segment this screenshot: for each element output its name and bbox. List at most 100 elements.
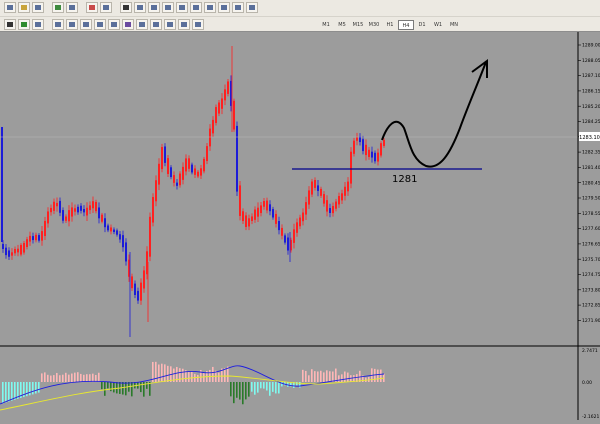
histogram-bar xyxy=(47,374,49,382)
price-axis-label: 1286.15 xyxy=(582,89,600,95)
navigator-icon[interactable] xyxy=(52,2,64,13)
cursor-icon[interactable] xyxy=(120,2,132,13)
timeframe-m15[interactable]: M15 xyxy=(350,20,366,30)
histogram-bar xyxy=(287,382,289,387)
print-icon[interactable] xyxy=(178,19,190,30)
templates-icon[interactable] xyxy=(150,19,162,30)
fibonacci-icon[interactable] xyxy=(204,2,216,13)
tile-windows-icon[interactable] xyxy=(80,19,92,30)
candle-body xyxy=(374,152,376,162)
price-chart-svg[interactable]: 1289.00 1288.05 1287.10 1286.15 1285.20 1284.… xyxy=(0,32,600,420)
indicator-axis-zero-label: 0.00 xyxy=(582,380,592,386)
histogram-bar xyxy=(104,382,106,396)
indicators-icon[interactable] xyxy=(122,19,134,30)
candle-body xyxy=(113,229,115,233)
histogram-bar xyxy=(5,382,7,403)
timeframe-w1[interactable]: W1 xyxy=(430,20,446,30)
arrows-icon[interactable] xyxy=(246,2,258,13)
new-chart-icon[interactable] xyxy=(4,2,16,13)
timeframe-d1[interactable]: D1 xyxy=(414,20,430,30)
histogram-bar xyxy=(233,382,235,404)
histogram-bar xyxy=(242,382,244,405)
vertical-line-icon[interactable] xyxy=(148,2,160,13)
bar-chart-icon[interactable] xyxy=(4,19,16,30)
candle-body xyxy=(56,202,58,207)
market-watch-icon[interactable] xyxy=(66,2,78,13)
profiles-icon[interactable] xyxy=(32,2,44,13)
histogram-bar xyxy=(344,371,346,382)
histogram-bar xyxy=(41,373,43,382)
autoscroll-icon[interactable] xyxy=(94,19,106,30)
timeframe-m30[interactable]: M30 xyxy=(366,20,382,30)
candle-body xyxy=(5,247,7,256)
candle-body xyxy=(248,218,250,227)
chart-window[interactable]: 1289.00 1288.05 1287.10 1286.15 1285.20 1284.… xyxy=(0,32,600,420)
histogram-bar xyxy=(146,382,148,389)
screenshot-icon[interactable] xyxy=(192,19,204,30)
open-icon[interactable] xyxy=(18,2,30,13)
timeframe-h1[interactable]: H1 xyxy=(382,20,398,30)
candle-body xyxy=(368,149,370,157)
timeframe-m5[interactable]: M5 xyxy=(334,20,350,30)
candle-body xyxy=(356,137,358,141)
candle-body xyxy=(326,200,328,212)
candle-body xyxy=(98,207,100,219)
histogram-bar xyxy=(68,374,70,382)
histogram-bar xyxy=(71,373,73,382)
candle-body xyxy=(320,188,322,196)
line-chart-icon[interactable] xyxy=(32,19,44,30)
timeframe-h4[interactable]: H4 xyxy=(398,20,414,30)
candle-body xyxy=(380,143,382,156)
new-order-icon[interactable] xyxy=(86,2,98,13)
label-tool-icon[interactable] xyxy=(232,2,244,13)
trendline-icon[interactable] xyxy=(176,2,188,13)
candle-body xyxy=(308,190,310,205)
candle-body xyxy=(20,244,22,255)
candle-body xyxy=(344,186,346,196)
zoom-in-icon[interactable] xyxy=(52,19,64,30)
candle-body xyxy=(68,210,70,222)
histogram-bar xyxy=(80,373,82,382)
histogram-bar xyxy=(302,369,304,382)
candle-body xyxy=(122,235,124,248)
candle-body xyxy=(29,235,31,242)
histogram-bar xyxy=(191,371,193,382)
periods-icon[interactable] xyxy=(136,19,148,30)
candle-body xyxy=(350,151,352,184)
candle-body xyxy=(35,234,37,241)
properties-icon[interactable] xyxy=(164,19,176,30)
candle-body xyxy=(158,163,160,185)
expert-advisors-icon[interactable] xyxy=(100,2,112,13)
candle-body xyxy=(377,152,379,162)
horizontal-line-icon[interactable] xyxy=(162,2,174,13)
histogram-bar xyxy=(83,374,85,382)
histogram-bar xyxy=(158,364,160,382)
candlestick-chart-icon[interactable] xyxy=(18,19,30,30)
histogram-bar xyxy=(248,382,250,397)
histogram-bar xyxy=(320,370,322,382)
candle-body xyxy=(140,282,142,301)
candle-body xyxy=(362,139,364,152)
candle-body xyxy=(239,185,241,216)
histogram-bar xyxy=(269,382,271,396)
price-axis-label: 1274.75 xyxy=(582,272,600,278)
text-tool-icon[interactable] xyxy=(218,2,230,13)
histogram-bar xyxy=(29,382,31,396)
candle-body xyxy=(101,214,103,222)
histogram-bar xyxy=(74,372,76,382)
histogram-bar xyxy=(35,382,37,394)
histogram-bar xyxy=(86,374,88,382)
candle-body xyxy=(38,235,40,241)
chart-shift-icon[interactable] xyxy=(108,19,120,30)
channel-icon[interactable] xyxy=(190,2,202,13)
timeframe-m1[interactable]: M1 xyxy=(318,20,334,30)
timeframe-mn[interactable]: MN xyxy=(446,20,462,30)
candle-body xyxy=(281,227,283,236)
zoom-out-icon[interactable] xyxy=(66,19,78,30)
crosshair-icon[interactable] xyxy=(134,2,146,13)
histogram-bar xyxy=(77,372,79,382)
candle-body xyxy=(32,236,34,241)
histogram-bar xyxy=(44,372,46,382)
candle-body xyxy=(89,205,91,211)
histogram-bar xyxy=(305,370,307,382)
